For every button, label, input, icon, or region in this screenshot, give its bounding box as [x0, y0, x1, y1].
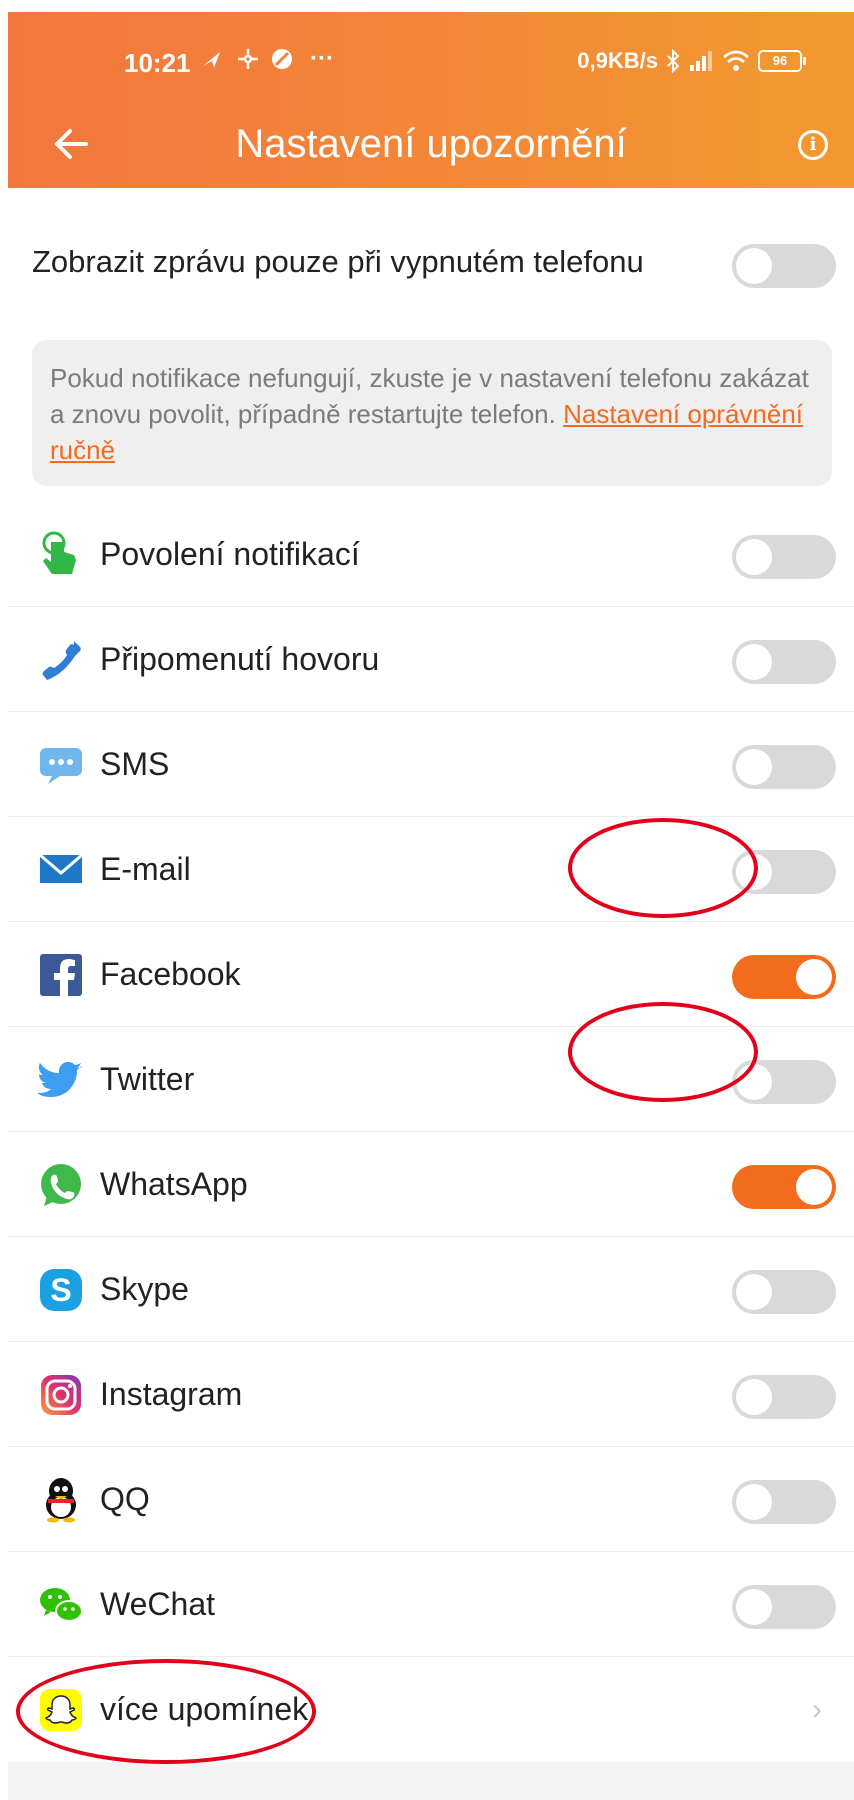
page-title: Nastavení upozornění	[235, 122, 627, 166]
wechat-icon	[40, 1588, 83, 1622]
toggle-knob	[736, 749, 772, 785]
facebook-toggle[interactable]	[732, 955, 836, 999]
list-item-call-reminder: Připomenutí hovoru	[8, 607, 854, 712]
wechat-toggle[interactable]	[732, 1585, 836, 1629]
facebook-icon	[40, 954, 82, 996]
app-screen: 10:21 ··· 0,9KB/s 96 Nastavení upozorněn…	[8, 12, 854, 1800]
notification-app-list: Povolení notifikací Připomenutí hovoru S…	[8, 502, 854, 1762]
list-item-label: Facebook	[100, 956, 241, 992]
call-reminder-toggle[interactable]	[732, 640, 836, 684]
whatsapp-toggle[interactable]	[732, 1165, 836, 1209]
notification-tip: Pokud notifikace nefungují, zkuste je v …	[32, 340, 832, 486]
screen-off-label: Zobrazit zprávu pouze při vypnutém telef…	[32, 244, 644, 279]
title-bar: Nastavení upozornění i	[8, 108, 854, 180]
list-item-label: QQ	[100, 1481, 150, 1517]
toggle-knob	[736, 854, 772, 890]
email-icon	[39, 853, 83, 883]
screen-off-row: Zobrazit zprávu pouze při vypnutém telef…	[8, 208, 854, 318]
more-reminders-row[interactable]: více upomínek ›	[8, 1657, 854, 1762]
skype-toggle[interactable]	[732, 1270, 836, 1314]
toggle-knob	[736, 1589, 772, 1625]
list-item-label: E-mail	[100, 851, 191, 887]
notifications-toggle[interactable]	[732, 535, 836, 579]
screen-off-toggle[interactable]	[732, 244, 836, 288]
list-item-label: Twitter	[100, 1061, 195, 1097]
bottom-area	[8, 1762, 854, 1800]
status-notification-icons: ···	[200, 45, 334, 73]
instagram-toggle[interactable]	[732, 1375, 836, 1419]
more-reminders-label: více upomínek	[100, 1691, 309, 1727]
list-item-label: Instagram	[100, 1376, 243, 1412]
phone-icon	[42, 641, 81, 680]
list-item-label: WhatsApp	[100, 1166, 248, 1202]
list-item-facebook: Facebook	[8, 922, 854, 1027]
list-item-label: SMS	[100, 746, 170, 782]
list-item-wechat: WeChat	[8, 1552, 854, 1657]
email-toggle[interactable]	[732, 850, 836, 894]
toggle-knob	[736, 1274, 772, 1310]
navigation-icon	[203, 52, 220, 68]
list-item-email: E-mail	[8, 817, 854, 922]
list-item-label: WeChat	[100, 1586, 216, 1622]
more-icon: ···	[310, 45, 334, 72]
list-item-instagram: Instagram	[8, 1342, 854, 1447]
svg-text:S: S	[50, 1272, 71, 1308]
chevron-right-icon: ›	[812, 1693, 822, 1726]
toggle-knob	[736, 248, 772, 284]
snapchat-icon	[40, 1689, 82, 1731]
bluetooth-icon	[667, 49, 680, 73]
qq-icon	[46, 1478, 76, 1523]
signal-icon	[690, 51, 712, 71]
toggle-knob	[736, 1484, 772, 1520]
fan-icon	[238, 49, 258, 69]
list-item-sms: SMS	[8, 712, 854, 817]
blocked-icon	[272, 49, 292, 69]
list-item-label: Povolení notifikací	[100, 536, 360, 572]
app-header: 10:21 ··· 0,9KB/s 96 Nastavení upozorněn…	[8, 12, 854, 188]
list-item-qq: QQ	[8, 1447, 854, 1552]
list-item-whatsapp: WhatsApp	[8, 1132, 854, 1237]
list-item-skype: S Skype	[8, 1237, 854, 1342]
status-bar: 10:21 ··· 0,9KB/s 96	[8, 12, 854, 92]
skype-icon: S	[40, 1269, 82, 1311]
list-item-notifications: Povolení notifikací	[8, 502, 854, 607]
list-item-label: Připomenutí hovoru	[100, 641, 380, 677]
status-time: 10:21	[124, 48, 191, 78]
qq-toggle[interactable]	[732, 1480, 836, 1524]
toggle-knob	[796, 959, 832, 995]
toggle-knob	[796, 1169, 832, 1205]
list-item-label: Skype	[100, 1271, 189, 1307]
twitter-icon	[38, 1062, 82, 1097]
battery-icon: 96	[758, 50, 806, 72]
network-speed: 0,9KB/s	[577, 48, 658, 73]
info-icon[interactable]: i	[798, 130, 828, 160]
toggle-knob	[736, 644, 772, 680]
status-right: 0,9KB/s 96	[577, 48, 806, 74]
toggle-knob	[736, 539, 772, 575]
wifi-icon	[723, 50, 749, 71]
sms-toggle[interactable]	[732, 745, 836, 789]
toggle-knob	[736, 1379, 772, 1415]
whatsapp-icon	[41, 1164, 81, 1206]
toggle-knob	[736, 1064, 772, 1100]
hand-tap-icon	[42, 531, 76, 574]
sms-icon	[40, 748, 82, 784]
instagram-icon	[41, 1375, 81, 1415]
twitter-toggle[interactable]	[732, 1060, 836, 1104]
list-item-twitter: Twitter	[8, 1027, 854, 1132]
